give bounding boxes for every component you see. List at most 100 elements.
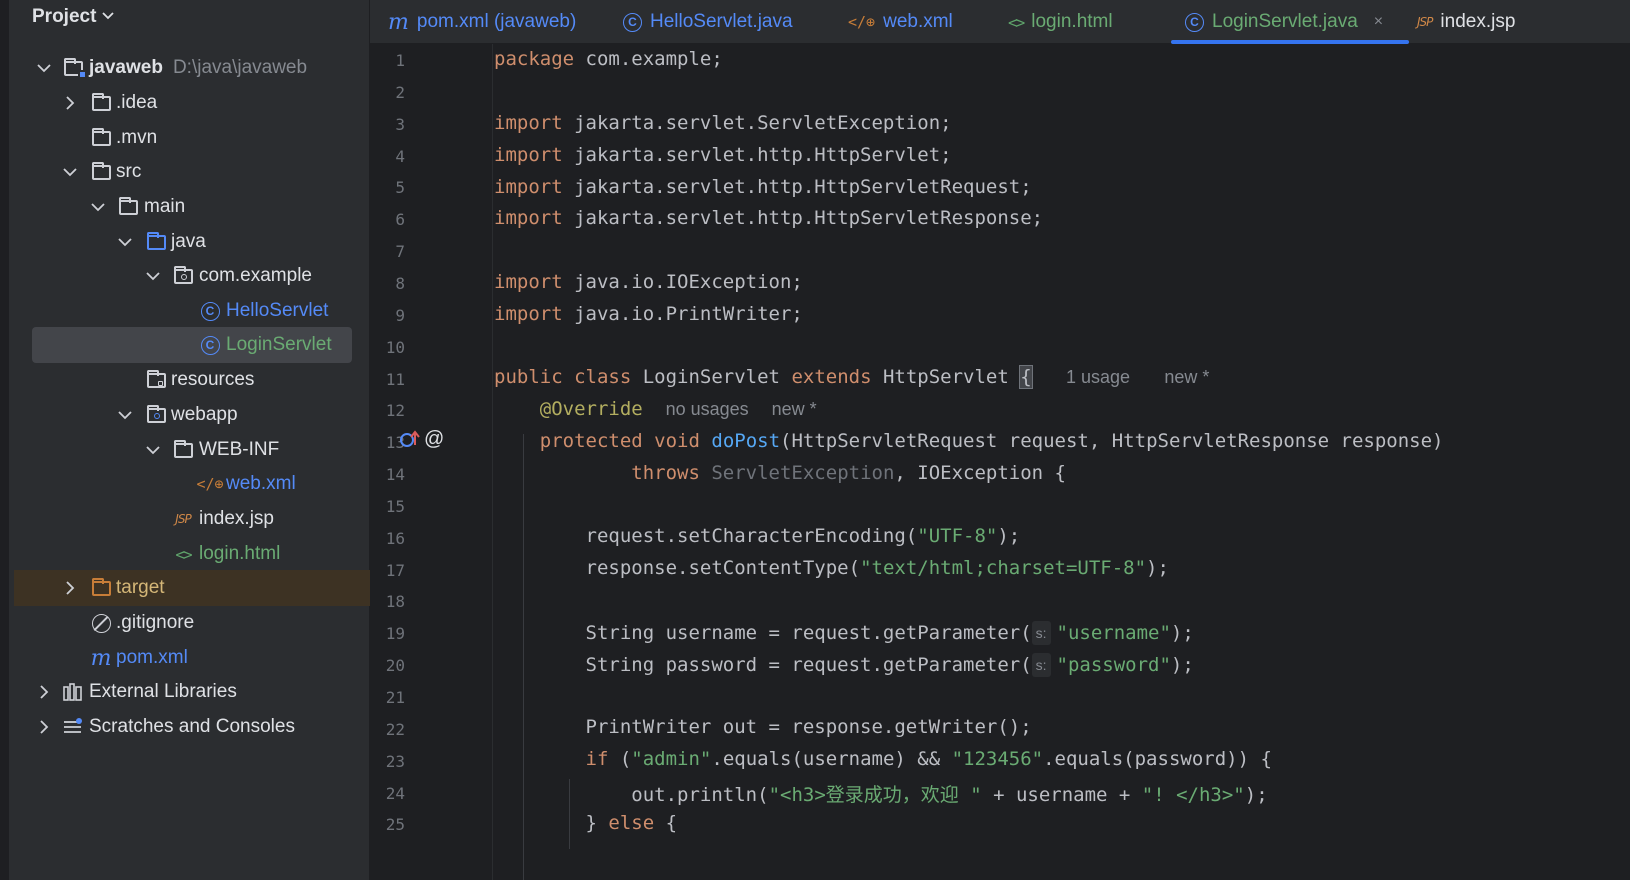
tab-label: index.jsp [1440, 11, 1516, 32]
tree-item-javaweb[interactable]: javaweb D:\java\javaweb [0, 50, 370, 86]
tab-label: web.xml [883, 11, 953, 32]
chevron-down-icon[interactable] [62, 164, 78, 180]
code-line-6: import jakarta.servlet.http.HttpServletR… [494, 207, 1044, 229]
editor-tab-bar: m pom.xml (javaweb) C HelloServlet.java … [370, 0, 1630, 44]
tree-item-mvn[interactable]: .mvn [0, 120, 370, 156]
tree-item-web-inf[interactable]: WEB-INF [0, 432, 370, 468]
vcs-hint[interactable]: new * [772, 399, 817, 419]
chevron-down-icon[interactable] [145, 442, 161, 458]
line-number: 20 [385, 656, 405, 676]
line-number: 22 [385, 719, 405, 739]
project-panel: Project javaweb D:\java\javaweb .idea .mv… [0, 0, 370, 880]
code-line-17: response.setContentType("text/html;chars… [585, 557, 1169, 579]
tree-item-label: target [116, 577, 165, 598]
tab-label: pom.xml (javaweb) [416, 11, 577, 32]
tree-item-java[interactable]: java [0, 224, 370, 260]
chevron-right-icon[interactable] [62, 95, 78, 111]
tree-item-web-xml[interactable]: </⊕ web.xml [0, 466, 370, 502]
usages-hint[interactable]: no usages [666, 399, 749, 419]
tree-item-idea[interactable]: .idea [0, 85, 370, 121]
chevron-down-icon[interactable] [117, 234, 133, 250]
tab-label: LoginServlet.java [1212, 11, 1358, 32]
vertical-scrollbar[interactable] [1616, 44, 1630, 880]
vcs-hint[interactable]: new * [1164, 367, 1209, 387]
project-view-selector[interactable]: Project [32, 4, 115, 30]
line-number: 14 [385, 465, 405, 485]
code-line-23: if ("admin".equals(username) && "123456"… [585, 748, 1272, 770]
line-number: 1 [395, 51, 405, 70]
tree-item-label: com.example [199, 265, 312, 286]
module-path: D:\java\javaweb [172, 57, 308, 78]
folder-icon [90, 92, 112, 114]
folder-icon [117, 196, 139, 218]
tree-item-label: .idea [116, 92, 158, 113]
line-number: 18 [385, 592, 405, 612]
package-icon [172, 265, 194, 287]
tree-item-helloservlet[interactable]: C HelloServlet [0, 293, 370, 329]
class-icon: C [199, 334, 221, 356]
chevron-down-icon[interactable] [117, 407, 133, 423]
tree-item-label: External Libraries [89, 681, 237, 702]
override-method-icon[interactable] [399, 429, 421, 454]
folder-icon [90, 161, 112, 183]
class-icon: C [1185, 12, 1204, 32]
tree-item-external-libraries[interactable]: External Libraries [0, 674, 370, 710]
line-number: 10 [385, 337, 405, 357]
html-icon: <> [175, 544, 192, 564]
jsp-icon: JSP [1417, 15, 1433, 29]
tree-item-label: java [171, 231, 206, 252]
tab-web-xml[interactable]: </⊕ web.xml [848, 0, 953, 44]
tree-item-resources[interactable]: resources [0, 362, 370, 398]
usages-hint[interactable]: 1 usage [1066, 367, 1130, 387]
tree-item-label: Scratches and Consoles [89, 716, 295, 737]
chevron-down-icon[interactable] [36, 60, 52, 76]
tree-item-label: src [116, 161, 142, 182]
tree-item-target[interactable]: target [14, 570, 370, 606]
tab-label: login.html [1031, 11, 1113, 32]
code-line-22: PrintWriter out = response.getWriter(); [585, 716, 1032, 738]
tree-item-webapp[interactable]: webapp [0, 397, 370, 433]
tab-login-html[interactable]: <> login.html [1008, 0, 1113, 44]
chevron-right-icon[interactable] [62, 580, 78, 596]
tree-item-label: resources [171, 369, 255, 390]
line-number: 17 [385, 560, 405, 580]
chevron-down-icon[interactable] [145, 268, 161, 284]
tree-item-src[interactable]: src [0, 154, 370, 190]
chevron-down-icon[interactable] [90, 199, 106, 215]
tree-item-label: pom.xml [116, 647, 188, 668]
code-editor[interactable]: 1 2 3 4 5 6 7 8 9 10 11 12 13 14 15 16 17 18 19 20 21 22 23 24 2… [370, 44, 1630, 880]
library-icon [62, 681, 84, 703]
tab-label: HelloServlet.java [650, 11, 793, 32]
excluded-folder-icon [90, 577, 112, 599]
tab-index-jsp[interactable]: JSP index.jsp [1417, 0, 1515, 44]
endpoint-icon[interactable]: @ [424, 428, 444, 451]
chevron-right-icon[interactable] [36, 684, 52, 700]
tree-item-label: main [144, 196, 186, 217]
line-number: 2 [395, 82, 405, 102]
tree-item-label: login.html [199, 543, 281, 564]
tree-item-loginservlet[interactable]: C LoginServlet [0, 327, 370, 363]
line-number: 15 [385, 496, 405, 516]
tree-item-main[interactable]: main [0, 189, 370, 225]
folder-icon [172, 439, 194, 461]
close-icon[interactable]: × [1374, 13, 1383, 31]
tree-item-label: WEB-INF [199, 439, 280, 460]
tree-item-gitignore[interactable]: .gitignore [0, 605, 370, 641]
tab-loginservlet[interactable]: C LoginServlet.java × [1170, 0, 1410, 44]
tree-item-scratches[interactable]: Scratches and Consoles [0, 709, 370, 745]
tree-item-login-html[interactable]: <> login.html [0, 536, 370, 572]
tree-item-com-example[interactable]: com.example [0, 258, 370, 294]
resources-folder-icon [145, 369, 167, 391]
line-number: 25 [385, 815, 405, 835]
tree-item-pom-xml[interactable]: m pom.xml [0, 640, 370, 676]
html-icon: <> [1008, 12, 1025, 32]
tree-item-label: web.xml [226, 473, 296, 494]
code-line-20: String password = request.getParameter(s… [585, 653, 1194, 677]
chevron-right-icon[interactable] [36, 719, 52, 735]
tree-item-index-jsp[interactable]: JSP index.jsp [0, 501, 370, 537]
matched-brace: { [1019, 365, 1033, 389]
line-number: 6 [395, 210, 405, 230]
folder-icon [90, 127, 112, 149]
tab-helloservlet[interactable]: C HelloServlet.java [623, 0, 793, 44]
tab-pom-xml[interactable]: m pom.xml (javaweb) [388, 0, 576, 44]
